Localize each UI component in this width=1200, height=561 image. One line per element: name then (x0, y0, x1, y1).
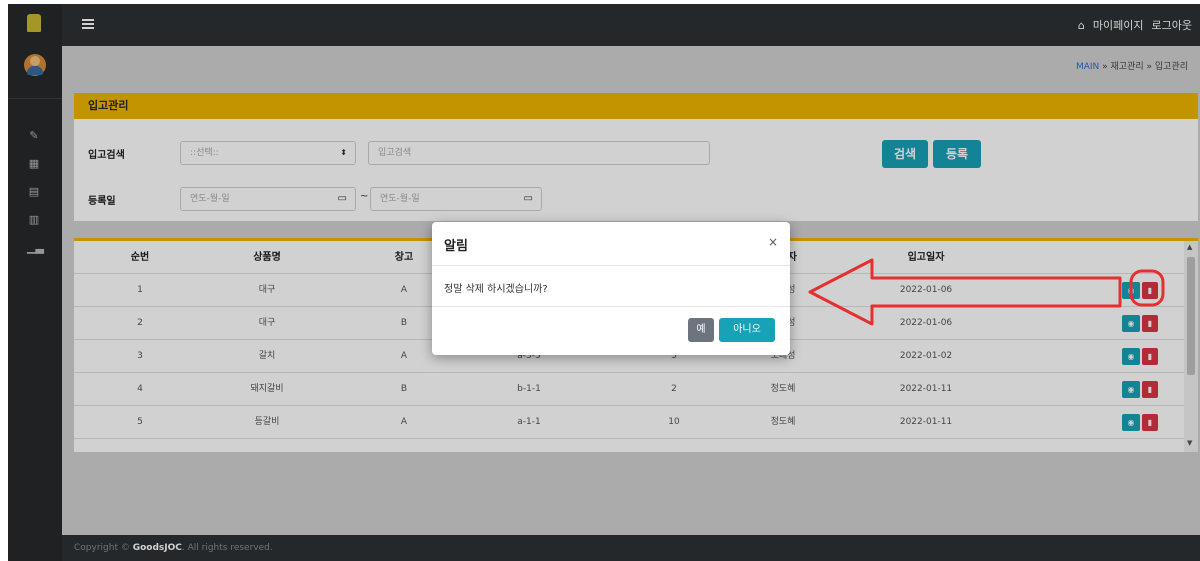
dialog-divider (432, 265, 790, 266)
dialog-title: 알림 (444, 239, 468, 254)
confirm-dialog: 알림 × 정말 삭제 하시겠습니까? 예 아니오 (432, 222, 790, 355)
close-icon[interactable]: × (768, 235, 778, 249)
dialog-message: 정말 삭제 하시겠습니까? (444, 284, 548, 295)
confirm-no-button[interactable]: 아니오 (719, 318, 775, 342)
app-frame: ✎ ▦ ▤ ▥ ▁▃ ⌂ 마이페이지 로그아웃 MAIN » 재고관리 » 입고… (8, 4, 1200, 561)
confirm-yes-button[interactable]: 예 (688, 318, 714, 342)
dialog-divider (432, 306, 790, 307)
